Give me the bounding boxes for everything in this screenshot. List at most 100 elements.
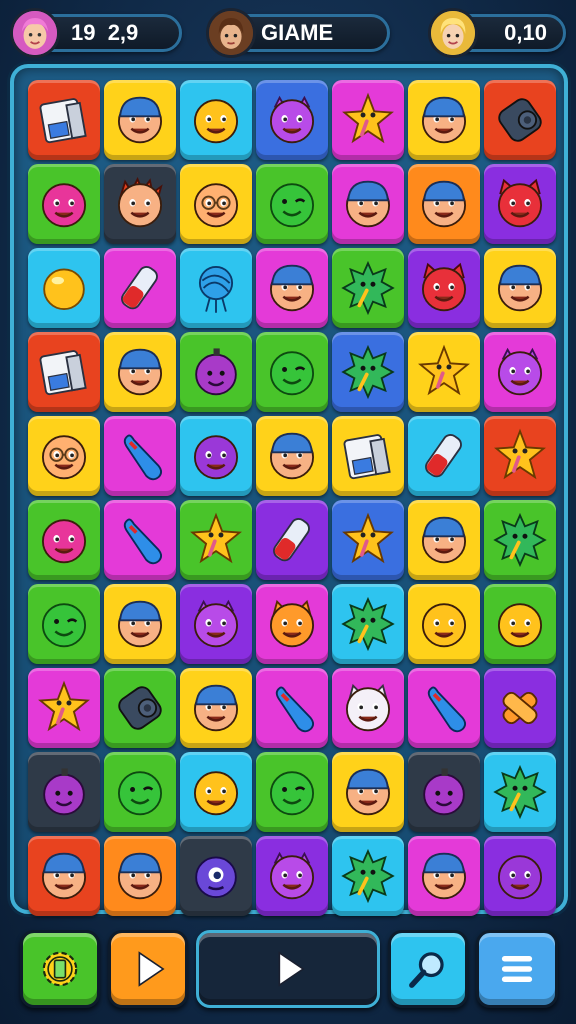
board-tile[interactable]: [484, 584, 556, 664]
star-creature-icon: [190, 512, 242, 564]
board-tile[interactable]: [332, 80, 404, 160]
board-tile[interactable]: [408, 80, 480, 160]
board-tile[interactable]: [332, 584, 404, 664]
board-tile[interactable]: [256, 416, 328, 496]
board-tile[interactable]: [180, 416, 252, 496]
board-tile[interactable]: [28, 752, 100, 832]
board-tile[interactable]: [408, 752, 480, 832]
blonde-avatar[interactable]: [428, 8, 478, 58]
board-tile[interactable]: [256, 164, 328, 244]
board-tile[interactable]: [104, 500, 176, 580]
board-tile[interactable]: [332, 752, 404, 832]
board-tile[interactable]: [256, 332, 328, 412]
beanie-face-icon: [117, 852, 163, 900]
board-tile[interactable]: [484, 164, 556, 244]
board-tile[interactable]: [484, 416, 556, 496]
game-board: [10, 64, 568, 916]
player-avatar[interactable]: [10, 8, 60, 58]
player-name: GIAME: [261, 20, 334, 45]
board-tile[interactable]: [104, 584, 176, 664]
board-tile[interactable]: [28, 416, 100, 496]
board-tile[interactable]: [408, 416, 480, 496]
board-tile[interactable]: [408, 332, 480, 412]
spiky-hair-face-icon: [117, 177, 163, 228]
board-tile[interactable]: [332, 668, 404, 748]
play-button[interactable]: [108, 930, 188, 1008]
settings-button[interactable]: [20, 930, 100, 1008]
opponent-avatar[interactable]: [206, 8, 256, 58]
purple-devil-icon: [269, 851, 315, 900]
board-tile[interactable]: [256, 248, 328, 328]
bowling-pin-icon: [123, 434, 163, 481]
smiley-face-icon: [421, 603, 467, 648]
board-tile[interactable]: [332, 248, 404, 328]
beanie-face-icon: [345, 180, 391, 228]
board-tile[interactable]: [28, 500, 100, 580]
floppy-disk-icon: [343, 434, 391, 480]
board-tile[interactable]: [408, 668, 480, 748]
play-icon: [278, 951, 305, 987]
beanie-face-icon: [41, 852, 87, 900]
board-tile[interactable]: [28, 584, 100, 664]
board-tile[interactable]: [408, 836, 480, 916]
coins-value: 0,10: [504, 20, 547, 45]
board-tile[interactable]: [104, 80, 176, 160]
board-tile[interactable]: [28, 164, 100, 244]
board-tile[interactable]: [256, 500, 328, 580]
board-tile[interactable]: [256, 836, 328, 916]
board-tile[interactable]: [104, 752, 176, 832]
board-tile[interactable]: [332, 332, 404, 412]
board-tile[interactable]: [28, 332, 100, 412]
board-tile[interactable]: [180, 164, 252, 244]
glasses-face-icon: [41, 435, 87, 480]
menu-button[interactable]: [476, 930, 558, 1008]
board-tile[interactable]: [484, 752, 556, 832]
board-tile[interactable]: [408, 248, 480, 328]
star-creature-icon: [342, 92, 394, 144]
star-creature-icon: [38, 680, 90, 732]
board-tile[interactable]: [332, 500, 404, 580]
beanie-face-icon: [117, 600, 163, 648]
board-tile[interactable]: [408, 584, 480, 664]
board-tile[interactable]: [28, 248, 100, 328]
board-tile[interactable]: [104, 164, 176, 244]
board-tile[interactable]: [180, 668, 252, 748]
board-tile[interactable]: [484, 332, 556, 412]
board-tile[interactable]: [256, 584, 328, 664]
board-tile[interactable]: [180, 332, 252, 412]
board-tile[interactable]: [28, 668, 100, 748]
board-tile[interactable]: [408, 164, 480, 244]
search-button[interactable]: [388, 930, 468, 1008]
board-tile[interactable]: [180, 500, 252, 580]
board-tile[interactable]: [28, 836, 100, 916]
board-tile[interactable]: [484, 80, 556, 160]
board-tile[interactable]: [332, 416, 404, 496]
board-tile[interactable]: [104, 332, 176, 412]
board-tile[interactable]: [180, 836, 252, 916]
board-tile[interactable]: [104, 836, 176, 916]
main-play-button[interactable]: [196, 930, 380, 1008]
board-tile[interactable]: [180, 584, 252, 664]
board-tile[interactable]: [332, 836, 404, 916]
board-tile[interactable]: [104, 248, 176, 328]
board-tile[interactable]: [180, 752, 252, 832]
red-cat-icon: [421, 262, 467, 312]
green-wink-icon: [269, 351, 315, 396]
board-tile[interactable]: [484, 248, 556, 328]
board-tile[interactable]: [484, 500, 556, 580]
purple-devil-icon: [269, 95, 315, 144]
board-tile[interactable]: [104, 416, 176, 496]
board-tile[interactable]: [484, 836, 556, 916]
board-tile[interactable]: [180, 80, 252, 160]
board-tile[interactable]: [256, 752, 328, 832]
board-tile[interactable]: [408, 500, 480, 580]
board-tile[interactable]: [332, 164, 404, 244]
board-tile[interactable]: [28, 80, 100, 160]
board-tile[interactable]: [104, 668, 176, 748]
magenta-smiley-icon: [41, 519, 87, 564]
tile-grid: [28, 80, 556, 916]
board-tile[interactable]: [484, 668, 556, 748]
board-tile[interactable]: [180, 248, 252, 328]
board-tile[interactable]: [256, 80, 328, 160]
board-tile[interactable]: [256, 668, 328, 748]
